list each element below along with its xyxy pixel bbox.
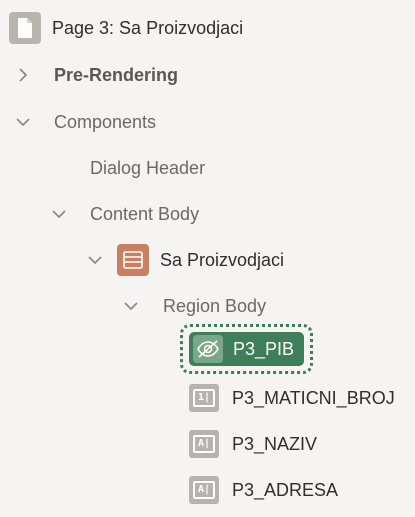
item-label: P3_PIB [233, 338, 295, 359]
dialog-header-label: Dialog Header [90, 157, 206, 178]
page-icon [9, 12, 41, 44]
tree-node-region-body[interactable]: Region Body [0, 288, 415, 324]
region-body-label: Region Body [163, 295, 267, 316]
tree-node-content-body[interactable]: Content Body [0, 196, 415, 232]
text-field-icon: A| [189, 430, 219, 458]
text-field-glyph: A| [193, 435, 215, 453]
chevron-down-icon[interactable] [14, 113, 32, 131]
tree-node-item-selected-focus[interactable]: P3_PIB [180, 324, 313, 374]
text-field-glyph: A| [193, 481, 215, 499]
tree-node-dialog-header[interactable]: Dialog Header [0, 150, 415, 186]
tree-node-page[interactable]: Page 3: Sa Proizvodjaci [0, 10, 415, 46]
item-label: P3_NAZIV [232, 433, 318, 454]
tree-node-pre-rendering[interactable]: Pre-Rendering [0, 57, 415, 93]
page-title: Page 3: Sa Proizvodjaci [52, 17, 244, 38]
number-field-icon: 1| [189, 384, 219, 412]
tree-node-item-p3-maticni-broj[interactable]: 1| P3_MATICNI_BROJ [0, 380, 415, 416]
region-label: Sa Proizvodjaci [160, 249, 285, 270]
tree-node-components[interactable]: Components [0, 104, 415, 140]
number-field-glyph: 1| [193, 389, 215, 407]
chevron-right-icon[interactable] [14, 66, 32, 84]
hidden-item-icon [193, 335, 223, 363]
content-body-label: Content Body [90, 203, 200, 224]
tree-node-item-p3-adresa[interactable]: A| P3_ADRESA [0, 472, 415, 508]
chevron-down-icon[interactable] [50, 205, 68, 223]
pre-rendering-label: Pre-Rendering [54, 64, 179, 85]
item-label: P3_MATICNI_BROJ [232, 387, 395, 408]
chevron-down-icon[interactable] [86, 251, 104, 269]
tree-node-item-p3-pib[interactable]: P3_PIB [189, 332, 304, 366]
item-label: P3_ADRESA [232, 479, 339, 500]
tree-node-region[interactable]: Sa Proizvodjaci [0, 242, 415, 278]
chevron-down-icon[interactable] [122, 297, 140, 315]
region-icon [117, 244, 149, 276]
components-label: Components [54, 111, 157, 132]
tree-node-item-p3-naziv[interactable]: A| P3_NAZIV [0, 426, 415, 462]
text-field-icon: A| [189, 476, 219, 504]
